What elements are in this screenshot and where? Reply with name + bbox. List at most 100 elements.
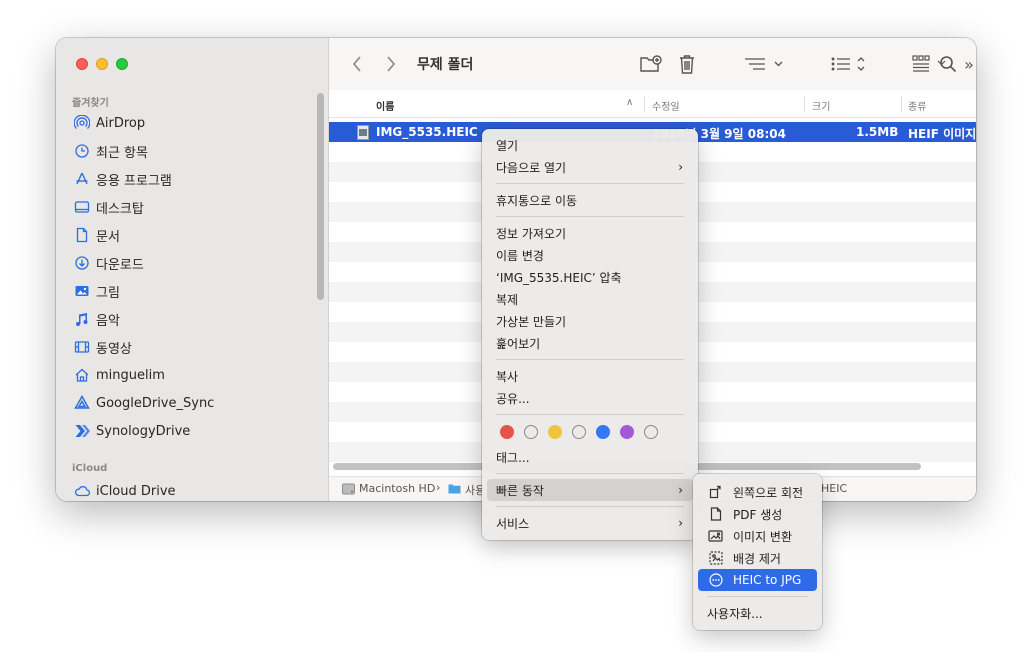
forward-button[interactable]	[379, 50, 403, 78]
menu-item-label: PDF 생성	[733, 507, 783, 522]
sidebar-item-label: minguelim	[96, 367, 165, 383]
trash-button[interactable]	[675, 50, 699, 78]
sidebar-section-favorites: 즐겨찾기	[72, 98, 109, 109]
search-button[interactable]	[933, 50, 963, 78]
menu-item-label: 이미지 변환	[733, 529, 793, 544]
quick-actions-submenu: 왼쪽으로 회전 PDF 생성 이미지 변환 배경 제거 HEIC to JPG …	[693, 474, 822, 630]
cloud-icon	[74, 483, 90, 499]
menu-item-open-with[interactable]: 다음으로 열기 ›	[487, 156, 693, 178]
tag-empty-dot[interactable]	[572, 425, 586, 439]
remove-background-icon	[707, 550, 725, 566]
group-icon	[745, 58, 783, 70]
chevron-right-icon: ›	[678, 483, 683, 497]
menu-separator	[496, 473, 684, 474]
view-options-button[interactable]	[829, 50, 869, 78]
menu-item-heic-to-jpg[interactable]: HEIC to JPG	[698, 569, 817, 591]
zoom-window-button[interactable]	[116, 58, 128, 70]
chevron-right-icon: ›	[678, 516, 683, 530]
tag-empty-dot[interactable]	[524, 425, 538, 439]
column-kind[interactable]: 종류	[908, 98, 926, 113]
sidebar-scrollbar[interactable]	[317, 93, 324, 300]
menu-item-rename[interactable]: 이름 변경	[487, 244, 693, 266]
search-icon	[940, 56, 957, 73]
menu-item-copy[interactable]: 복사	[487, 365, 693, 387]
menu-item-quick-look[interactable]: 훑어보기	[487, 332, 693, 354]
menu-item-label: 사용자화...	[707, 606, 763, 621]
sort-ascending-icon: ∧	[626, 97, 634, 108]
chevron-right-icon: ›	[678, 160, 683, 174]
menu-item-rotate-left[interactable]: 왼쪽으로 회전	[698, 481, 817, 503]
home-icon	[74, 367, 90, 383]
menu-item-duplicate[interactable]: 복제	[487, 288, 693, 310]
tag-empty-dot[interactable]	[644, 425, 658, 439]
column-divider	[644, 96, 645, 112]
google-drive-icon	[74, 395, 90, 411]
tag-yellow-dot[interactable]	[548, 425, 562, 439]
double-chevron-icon: »	[964, 54, 974, 74]
menu-item-remove-background[interactable]: 배경 제거	[698, 547, 817, 569]
context-menu: 열기 다음으로 열기 › 휴지통으로 이동 정보 가져오기 이름 변경 ‘IMG_…	[482, 129, 698, 540]
file-name: IMG_5535.HEIC	[376, 125, 478, 139]
menu-separator	[496, 359, 684, 360]
sidebar-item-desktop[interactable]: 데스크탑	[74, 196, 144, 218]
sidebar-item-recents[interactable]: 최근 항목	[74, 140, 148, 162]
sidebar-item-pictures[interactable]: 그림	[74, 280, 120, 302]
image-file-icon	[357, 125, 369, 140]
sidebar-item-home[interactable]: minguelim	[74, 364, 165, 386]
menu-item-make-alias[interactable]: 가상본 만들기	[487, 310, 693, 332]
path-file[interactable]: HEIC	[821, 482, 847, 495]
tag-color-row	[482, 415, 698, 449]
close-window-button[interactable]	[76, 58, 88, 70]
airdrop-icon	[74, 115, 90, 131]
sidebar-item-label: SynologyDrive	[96, 423, 191, 439]
more-circle-icon	[707, 572, 725, 588]
music-icon	[74, 311, 90, 327]
download-icon	[74, 255, 90, 271]
path-disk[interactable]: Macintosh HD	[359, 482, 435, 495]
menu-item-tags[interactable]: 태그...	[487, 446, 693, 468]
sidebar-item-icloud-drive[interactable]: iCloud Drive	[74, 480, 176, 501]
menu-item-label: 복사	[496, 369, 519, 384]
menu-item-compress[interactable]: ‘IMG_5535.HEIC’ 압축	[487, 266, 693, 288]
sidebar-item-label: 데스크탑	[96, 201, 144, 217]
sidebar-item-movies[interactable]: 동영상	[74, 336, 132, 358]
back-button[interactable]	[345, 50, 369, 78]
menu-item-label: ‘IMG_5535.HEIC’ 압축	[496, 270, 622, 285]
menu-item-get-info[interactable]: 정보 가져오기	[487, 222, 693, 244]
desktop-icon	[74, 199, 90, 215]
sidebar-item-music[interactable]: 음악	[74, 308, 120, 330]
column-divider	[901, 96, 902, 112]
menu-item-label: 열기	[496, 138, 519, 153]
sidebar-item-applications[interactable]: 응용 프로그램	[74, 168, 172, 190]
menu-item-label: HEIC to JPG	[733, 573, 802, 587]
list-view-icon	[831, 57, 865, 71]
sidebar-item-googledrive[interactable]: GoogleDrive_Sync	[74, 392, 214, 414]
menu-item-share[interactable]: 공유...	[487, 387, 693, 409]
group-button[interactable]	[741, 50, 785, 78]
sidebar-item-airdrop[interactable]: AirDrop	[74, 112, 145, 134]
column-name[interactable]: 이름	[376, 98, 394, 113]
rotate-left-icon	[707, 484, 725, 500]
menu-item-open[interactable]: 열기	[487, 134, 693, 156]
sidebar-item-documents[interactable]: 문서	[74, 224, 120, 246]
menu-item-label: 배경 제거	[733, 551, 781, 566]
menu-item-label: 훑어보기	[496, 336, 541, 351]
column-size[interactable]: 크기	[812, 98, 830, 113]
menu-item-services[interactable]: 서비스 ›	[487, 512, 693, 534]
tag-blue-dot[interactable]	[596, 425, 610, 439]
document-icon	[74, 227, 90, 243]
sidebar-item-downloads[interactable]: 다운로드	[74, 252, 144, 274]
menu-item-label: 정보 가져오기	[496, 226, 567, 241]
synology-icon	[74, 423, 90, 439]
menu-item-create-pdf[interactable]: PDF 생성	[698, 503, 817, 525]
sidebar-item-synology[interactable]: SynologyDrive	[74, 420, 190, 442]
menu-item-customize[interactable]: 사용자화...	[698, 602, 817, 624]
tag-red-dot[interactable]	[500, 425, 514, 439]
menu-item-quick-actions[interactable]: 빠른 동작 ›	[487, 479, 693, 501]
minimize-window-button[interactable]	[96, 58, 108, 70]
tag-purple-dot[interactable]	[620, 425, 634, 439]
menu-item-convert-image[interactable]: 이미지 변환	[698, 525, 817, 547]
new-folder-button[interactable]	[637, 50, 665, 78]
menu-item-trash[interactable]: 휴지통으로 이동	[487, 189, 693, 211]
column-modified[interactable]: 수정일	[652, 98, 680, 113]
